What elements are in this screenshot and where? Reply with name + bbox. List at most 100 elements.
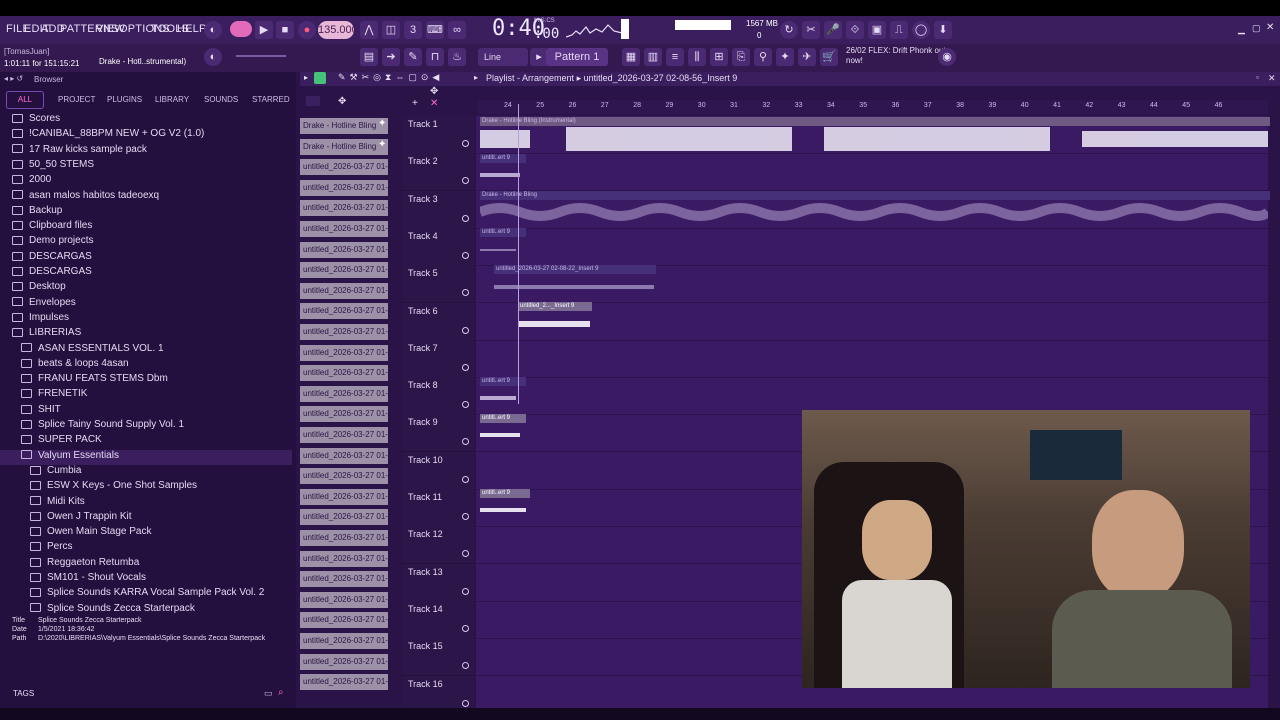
clip-track2-label[interactable]: untitl..ert 9 — [480, 154, 526, 163]
menu-help[interactable]: HELP — [177, 23, 207, 35]
tools-icon[interactable]: ✈ — [798, 48, 816, 66]
plugin-icon[interactable]: ✦ — [776, 48, 794, 66]
clip-source-item[interactable]: untitled_2026-03-27 01- — [300, 406, 388, 423]
clip-move-icon[interactable]: ✦ — [378, 139, 386, 150]
clip-source-item[interactable]: untitled_2026-03-27 01- — [300, 550, 388, 567]
clip-source-item[interactable]: untitled_2026-03-27 01- — [300, 200, 388, 217]
browser-item[interactable]: Owen J Trappin Kit — [30, 511, 131, 522]
track-mute-led[interactable] — [462, 214, 469, 222]
clip-source-item[interactable]: untitled_2026-03-27 01- — [300, 262, 388, 279]
track-header[interactable]: Track 2 — [402, 153, 474, 192]
clip-track9-label[interactable]: untitl..ert 9 — [480, 414, 526, 423]
clip-track11-label[interactable]: untitl..ert 9 — [480, 489, 530, 498]
browser-item[interactable]: beats & loops 4asan — [21, 358, 129, 369]
browser-item[interactable]: Cumbia — [30, 465, 81, 476]
playhead[interactable] — [518, 104, 519, 404]
clip-source-item[interactable]: untitled_2026-03-27 01- — [300, 385, 388, 402]
clip-source-item[interactable]: untitled_2026-03-27 01- — [300, 488, 388, 505]
browser-icon[interactable]: ⊞ — [710, 48, 728, 66]
track-header[interactable]: Track 1 — [402, 116, 474, 154]
browser-item[interactable]: Percs — [30, 541, 73, 552]
zoom-icon[interactable]: ✥ — [430, 86, 438, 97]
track-mute-led[interactable] — [462, 401, 469, 409]
folder-icon[interactable]: ▭ — [264, 688, 273, 699]
track-header[interactable]: Track 14 — [402, 600, 474, 639]
clip-track6-label[interactable]: untitled_2..._Insert 9 — [518, 302, 592, 311]
touch-keyboard-icon[interactable]: ⚲ — [754, 48, 772, 66]
browser-item[interactable]: Backup — [12, 205, 62, 216]
browser-item[interactable]: asan malos habitos tadeoexq — [12, 190, 159, 201]
browser-item[interactable]: Valyum Essentials — [21, 450, 119, 461]
track-mute-led[interactable] — [462, 513, 469, 520]
refresh-icon[interactable]: ↻ — [780, 21, 798, 39]
browser-item[interactable]: LIBRERIAS — [12, 327, 81, 338]
browser-item[interactable]: ESW X Keys - One Shot Samples — [30, 480, 197, 491]
browser-item[interactable]: Impulses — [12, 312, 69, 323]
clip-source-item[interactable]: untitled_2026-03-27 01- — [300, 344, 388, 361]
clip-source-item[interactable]: untitled_2026-03-27 01- — [300, 612, 388, 629]
track-header[interactable]: Track 5 — [402, 265, 474, 304]
close-icon[interactable]: ✕ — [1266, 22, 1274, 33]
browser-item[interactable]: Clipboard files — [12, 220, 92, 231]
browser-item[interactable]: FRENETIK — [21, 388, 87, 399]
tab-library[interactable]: LIBRARY — [155, 95, 189, 104]
track-mute-led[interactable] — [462, 587, 469, 595]
clip-source-item[interactable]: untitled_2026-03-27 01- — [300, 571, 388, 588]
browser-item[interactable]: 17 Raw kicks sample pack — [12, 144, 147, 155]
browser-item[interactable]: Midi Kits — [30, 496, 85, 507]
track-header[interactable]: Track 6 — [402, 302, 474, 341]
track-header[interactable]: Track 7 — [402, 339, 474, 378]
browser-item[interactable]: SUPER PACK — [21, 434, 102, 445]
snap-magnet-icon[interactable] — [314, 72, 326, 84]
clip-source-item[interactable]: untitled_2026-03-27 01- — [300, 447, 388, 464]
track-header[interactable]: Track 15 — [402, 638, 474, 677]
browser-nav-icons[interactable]: ◂ ▸ ↺ — [4, 74, 23, 83]
tags-label[interactable]: TAGS — [13, 689, 34, 698]
add-track-icon[interactable]: + — [412, 98, 418, 109]
playlist-icon[interactable]: ▦ — [622, 48, 640, 66]
track-mute-led[interactable] — [462, 251, 469, 259]
download-icon[interactable]: ⬇ — [934, 21, 952, 39]
tab-sounds[interactable]: SOUNDS — [204, 95, 238, 104]
stamp-icon[interactable]: ♨ — [448, 48, 466, 66]
track-header[interactable]: Track 12 — [402, 526, 474, 565]
browser-item[interactable]: SM101 - Shout Vocals — [30, 572, 146, 583]
clip-track3-label[interactable]: Drake - Hotline Bling — [480, 191, 1270, 200]
track-mute-led[interactable] — [462, 326, 469, 334]
playlist-close-icon[interactable]: ✕ — [1268, 73, 1276, 84]
browser-item[interactable]: Demo projects — [12, 235, 93, 246]
clip-source-item[interactable]: untitled_2026-03-27 01- — [300, 159, 388, 176]
track-lane[interactable] — [476, 228, 1268, 266]
track-mute-led[interactable] — [462, 662, 469, 670]
shop-icon[interactable]: 🛒 — [820, 48, 838, 66]
track-lane[interactable] — [476, 303, 1268, 341]
track-lane[interactable] — [476, 340, 1268, 378]
track-mute-led[interactable] — [462, 624, 469, 632]
track-mute-led[interactable] — [462, 140, 469, 147]
microphone-icon[interactable]: 🎤 — [824, 21, 842, 39]
tempo-display[interactable]: 135.000 — [318, 21, 358, 39]
pitch-knob[interactable]: ◐ — [204, 48, 222, 66]
clip-source-item[interactable]: untitled_2026-03-27 01- — [300, 591, 388, 608]
playlist-arrow-icon[interactable]: ▸ — [474, 73, 478, 82]
move-icon[interactable]: ✥ — [338, 96, 346, 107]
minimize-icon[interactable]: ▁ — [1238, 24, 1245, 35]
browser-item[interactable]: Reggaeton Retumba — [30, 557, 139, 568]
browser-item[interactable]: FRANU FEATS STEMS Dbm — [21, 373, 168, 384]
track-lane[interactable] — [476, 153, 1268, 192]
play-icon[interactable]: ▶ — [255, 21, 273, 39]
channel-rack-icon[interactable]: ▥ — [644, 48, 662, 66]
tab-starred[interactable]: STARRED — [252, 95, 290, 104]
master-volume-knob[interactable]: ◐ — [204, 21, 222, 39]
track-mute-led[interactable] — [462, 289, 469, 297]
track-mute-led[interactable] — [462, 699, 469, 707]
browser-item[interactable]: 50_50 STEMS — [12, 159, 94, 170]
save-icon[interactable]: ▣ — [868, 21, 886, 39]
track-mute-led[interactable] — [462, 177, 469, 185]
browser-item[interactable]: Envelopes — [12, 297, 76, 308]
browser-item[interactable]: DESCARGAS — [12, 266, 92, 277]
browser-item[interactable]: 2000 — [12, 174, 51, 185]
clip-source-item[interactable]: untitled_2026-03-27 01- — [300, 365, 388, 382]
news-panel[interactable]: 26/02 FLEX: Drift Phonk out now! — [846, 46, 946, 66]
clip-source-item[interactable]: untitled_2026-03-27 01- — [300, 221, 388, 237]
